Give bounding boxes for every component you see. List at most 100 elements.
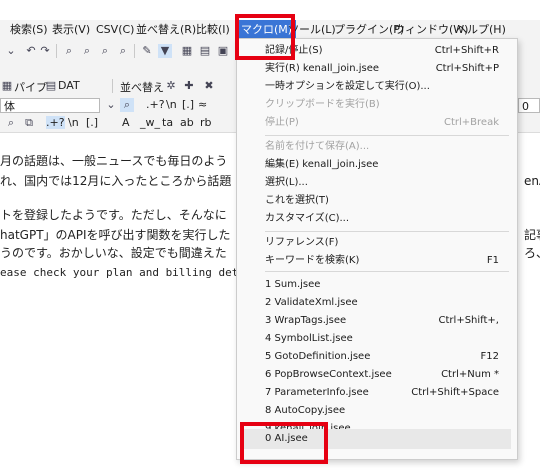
highlight-box-ai-item (240, 422, 328, 464)
highlight-box-macro-menu (235, 14, 295, 60)
table-icon[interactable]: ▤ (198, 44, 212, 58)
marker-icon[interactable]: ✎ (140, 44, 154, 58)
menu-item-stop[interactable]: 停止(P) Ctrl+Break (241, 113, 511, 133)
search-icon[interactable]: ⌕ (120, 98, 134, 112)
menu-item-shortcut: F12 (480, 351, 499, 362)
menu-item-shortcut: Ctrl+Break (444, 117, 499, 128)
menu-item-label: これを選択(T) (265, 195, 329, 206)
editor-line-tail: enAP (524, 174, 540, 188)
dat-button[interactable]: DAT (58, 79, 80, 92)
menu-item-shortcut: Ctrl+Num * (441, 369, 499, 380)
menu-item-save-as[interactable]: 名前を付けて保存(A)... (241, 137, 511, 157)
find-token-8[interactable]: rb (200, 116, 212, 129)
find-token-1[interactable]: .+? (46, 116, 65, 129)
editor-line: れ、国内では12月に入ったところから話題 (0, 174, 232, 188)
grid-icon[interactable]: ▦ (0, 79, 14, 93)
regex-token-4[interactable]: ≈ (198, 98, 207, 111)
menu-separator (265, 231, 509, 232)
menu-item-label: 5 GotoDefinition.jsee (265, 351, 371, 362)
pipe-button[interactable]: パイプ (14, 79, 47, 95)
menu-item-recent-2[interactable]: 2 ValidateXml.jsee (241, 293, 511, 313)
menu-compare[interactable]: 比較(I) (192, 20, 234, 40)
menu-item-recent-7[interactable]: 7 ParameterInfo.jsee Ctrl+Shift+Space (241, 383, 511, 403)
menu-item-label: 編集(E) kenall_join.jsee (265, 159, 379, 170)
font-combo[interactable]: 体 (0, 98, 100, 113)
menu-item-label: 1 Sum.jsee (265, 279, 321, 290)
toolbar-separator (134, 44, 135, 58)
menu-item-label: 7 ParameterInfo.jsee (265, 387, 369, 398)
menu-search[interactable]: 検索(S) (6, 20, 52, 40)
macro-menu-dropdown: 記録/停止(S) Ctrl+Shift+R 実行(R) kenall_join.j… (236, 38, 518, 460)
find-token-4[interactable]: A (122, 116, 130, 129)
menu-item-select-this[interactable]: これを選択(T) (241, 191, 511, 211)
menu-item-label: 8 AutoCopy.jsee (265, 405, 346, 416)
menu-item-keyword-search[interactable]: キーワードを検索(K) F1 (241, 251, 511, 271)
undo-icon[interactable]: ↶ (24, 44, 38, 58)
menu-item-recent-8[interactable]: 8 AutoCopy.jsee (241, 401, 511, 421)
find-token-7[interactable]: ab (180, 116, 194, 129)
menu-item-label: カスタマイズ(C)... (265, 213, 350, 224)
menu-separator (265, 271, 509, 272)
sort-button[interactable]: 並べ替え (120, 79, 164, 95)
menu-item-label: リファレンス(F) (265, 237, 339, 248)
regex-token-1[interactable]: .+? (146, 98, 165, 111)
menu-help[interactable]: ヘルプ(H) (452, 20, 510, 40)
menu-item-label: 名前を付けて保存(A)... (265, 141, 370, 152)
menu-item-recent-6[interactable]: 6 PopBrowseContext.jsee Ctrl+Num * (241, 365, 511, 385)
editor-line: ease check your plan and billing deta (0, 266, 246, 279)
menu-item-recent-3[interactable]: 3 WrapTags.jsee Ctrl+Shift+, (241, 311, 511, 331)
menu-item-run-with-options[interactable]: 一時オプションを設定して実行(O)... (241, 77, 511, 97)
search-next-icon[interactable]: ⌕ (80, 44, 94, 58)
menu-sort[interactable]: 並べ替え(R) (132, 20, 200, 40)
editor-window: 検索(S) 表示(V) CSV(C) 並べ替え(R) 比較(I) マクロ(M) … (0, 0, 540, 475)
settings-icon[interactable]: ✲ (164, 79, 178, 93)
menu-view[interactable]: 表示(V) (48, 20, 94, 40)
grid-icon[interactable]: ▦ (180, 44, 194, 58)
menu-item-shortcut: Ctrl+Shift+, (438, 315, 499, 326)
menu-item-label: 一時オプションを設定して実行(O)... (265, 81, 430, 92)
menu-item-label: 停止(P) (265, 117, 299, 128)
replace-icon[interactable]: ⌕ (116, 44, 130, 58)
find-token-2[interactable]: \n (68, 116, 79, 129)
copy-icon[interactable]: ⧉ (22, 116, 36, 130)
menu-item-customize[interactable]: カスタマイズ(C)... (241, 209, 511, 229)
chevron-down-icon[interactable]: ⌄ (104, 98, 118, 112)
size-combo[interactable]: 0 (518, 98, 540, 113)
close-icon[interactable]: ✖ (202, 79, 216, 93)
menu-item-reference[interactable]: リファレンス(F) (241, 233, 511, 253)
menu-separator (265, 135, 509, 136)
menu-item-label: 3 WrapTags.jsee (265, 315, 347, 326)
chevron-down-icon[interactable]: ⌄ (4, 44, 18, 58)
editor-line-tail: 記事 (524, 228, 540, 242)
regex-token-3[interactable]: [.] (182, 98, 194, 111)
file-icon: ▤ (45, 79, 57, 92)
menu-item-edit[interactable]: 編集(E) kenall_join.jsee (241, 155, 511, 175)
filter-icon[interactable]: ▼ (158, 44, 172, 58)
menu-item-run-clipboard[interactable]: クリップボードを実行(B) (241, 95, 511, 115)
redo-icon[interactable]: ↷ (38, 44, 52, 58)
menu-item-label: クリップボードを実行(B) (265, 99, 380, 110)
panel-icon[interactable]: ▣ (216, 44, 230, 58)
search-icon[interactable]: ⌕ (62, 44, 76, 58)
menu-item-recent-1[interactable]: 1 Sum.jsee (241, 275, 511, 295)
plus-icon[interactable]: ✚ (182, 79, 196, 93)
find-token-3[interactable]: [.] (86, 116, 98, 129)
menu-item-label: 選択(L)... (265, 177, 308, 188)
search-icon[interactable]: ⌕ (4, 116, 18, 130)
editor-line: うのです。おかしいな、設定でも間違えた (0, 246, 227, 260)
menu-item-shortcut: Ctrl+Shift+P (435, 63, 499, 74)
menu-item-run[interactable]: 実行(R) kenall_join.jsee Ctrl+Shift+P (241, 59, 511, 79)
menu-item-shortcut: F1 (486, 255, 499, 266)
menu-item-label: 4 SymbolList.jsee (265, 333, 353, 344)
menu-item-select[interactable]: 選択(L)... (241, 173, 511, 193)
menu-item-shortcut: Ctrl+Shift+R (434, 45, 499, 56)
regex-token-2[interactable]: \n (166, 98, 177, 111)
toolbar-separator (112, 79, 113, 93)
search-prev-icon[interactable]: ⌕ (98, 44, 112, 58)
menu-item-recent-5[interactable]: 5 GotoDefinition.jsee F12 (241, 347, 511, 367)
menu-item-recent-4[interactable]: 4 SymbolList.jsee (241, 329, 511, 349)
find-token-6[interactable]: ta (162, 116, 173, 129)
editor-line: hatGPT」のAPIを呼び出す関数を実行した (0, 228, 231, 242)
find-token-5[interactable]: _w_ (140, 116, 160, 129)
menu-item-label: 実行(R) kenall_join.jsee (265, 63, 380, 74)
